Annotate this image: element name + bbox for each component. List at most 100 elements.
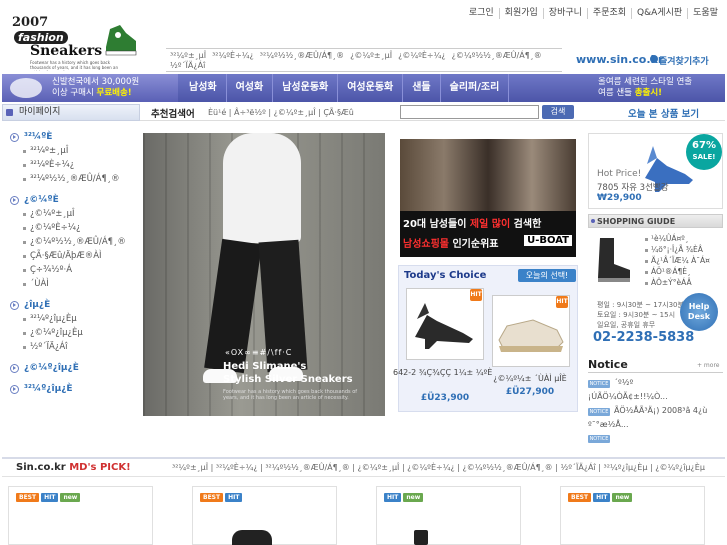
- nav-women-sneakers[interactable]: 여성운동화: [338, 74, 404, 102]
- guide-item[interactable]: ÁÖ¹®Á¶È¸: [645, 267, 691, 276]
- guide-item[interactable]: ¼ö°¡·Î¿Ã ¾ÈÂ: [645, 245, 703, 254]
- sidebar-cat-men[interactable]: ³²¼ºÈ: [10, 130, 138, 144]
- hero-title-2: Stylish Silver Sneakers: [223, 374, 353, 385]
- bullet-icon: [10, 132, 19, 142]
- add-favorite-link[interactable]: 즐겨찾기추가: [659, 54, 709, 67]
- product-name[interactable]: 642-2 ¾Ç¾ÇÇ 1¼± ¼ºÈ: [393, 368, 492, 377]
- topmenu-item[interactable]: ¿©¼º½½¸®ÆÛ/Á¶¸®: [452, 51, 542, 60]
- top-links: 로그인 회원가입 장바구니 주문조회 Q&A게시판 도움말: [464, 8, 723, 19]
- md-pick-tabs[interactable]: ³²¼º±¸µÎ | ³²¼ºÈ÷¼¿ | ³²¼º½½¸®ÆÛ/Á¶¸® | …: [172, 463, 705, 472]
- nav-slippers[interactable]: 슬리퍼/조리: [441, 74, 510, 102]
- md-pick-title: Sin.co.kr MD's PICK!: [16, 462, 131, 473]
- sidebar-sub[interactable]: ´ÙÀÌ: [10, 277, 138, 291]
- hot-price-product[interactable]: 7805 자유 3선빨강: [597, 181, 669, 193]
- help-desk-button[interactable]: Help Desk: [680, 293, 718, 331]
- sidebar-sub[interactable]: ¿©¼º¿îµ¿Èµ: [10, 326, 138, 340]
- hours-sunday: 일요일, 공휴일 휴무: [597, 321, 656, 329]
- sidebar-cat-women-sports[interactable]: ¿©¼º¿îµ¿È: [10, 361, 138, 375]
- search-input[interactable]: [400, 105, 539, 119]
- sidebar-sub[interactable]: Ç÷¾½º·Á: [10, 263, 138, 277]
- hero-title-1: Hedi Slimane's: [223, 361, 307, 372]
- bullet-icon: [10, 384, 19, 394]
- phone-number: 02-2238-5838: [593, 330, 695, 345]
- sidebar-sub[interactable]: ¿©¼º½½¸®ÆÛ/Á¶¸®: [10, 235, 138, 249]
- favorite-icon: [650, 55, 658, 63]
- hit-badge: HIT: [470, 289, 482, 301]
- models-photo: [400, 139, 576, 211]
- cart-link[interactable]: 장바구니: [544, 8, 588, 19]
- notice-title: Notice: [588, 358, 628, 371]
- search-button[interactable]: 검색: [542, 105, 574, 119]
- sidebar-sub[interactable]: ³²¼º±¸µÎ: [10, 144, 138, 158]
- notice-badge: NOTICE: [588, 380, 610, 388]
- notice-badge: NOTICE: [588, 408, 610, 416]
- product-name[interactable]: ¿©¼º¼± ´ÙÀÌ µÎÈ: [490, 374, 570, 383]
- sidebar-sub[interactable]: ¿©¼ºÈ÷¼¿: [10, 221, 138, 235]
- product-price: £Ü27,900: [505, 387, 555, 397]
- help-link[interactable]: 도움말: [688, 8, 723, 19]
- shoe-image: [232, 530, 272, 545]
- join-link[interactable]: 회원가입: [500, 8, 544, 19]
- notice-more-link[interactable]: + more: [697, 362, 719, 369]
- guide-item[interactable]: Ä¿¹Â´ÏÆ¼ À¯Á¤: [645, 256, 710, 265]
- todays-choice-title: Today's Choice: [404, 270, 487, 281]
- new-badge: new: [612, 493, 633, 502]
- topmenu-item[interactable]: ¿©¼º±¸µÎ: [350, 51, 392, 60]
- uboat-banner[interactable]: 20대 남성들이 제일 많이 검색한 남성쇼핑몰 인기순위표 U-BOAT: [400, 139, 576, 257]
- uboat-text: 인기순위표: [449, 239, 499, 250]
- sidebar-sub[interactable]: ³²¼º¿îµ¿Èµ: [10, 312, 138, 326]
- best-badge: BEST: [568, 493, 592, 502]
- guide-item[interactable]: ÀÔ±Ý°èÁÂ: [645, 278, 692, 287]
- shopping-guide-title: SHOPPING GIUDE: [597, 217, 676, 226]
- hit-badge: HIT: [41, 493, 59, 502]
- sidebar-sub[interactable]: ½º´ÏÄ¿Áî: [10, 340, 138, 354]
- promo-line2: 이상 구매시: [52, 88, 97, 98]
- topmenu-item[interactable]: ³²¼º½½¸®ÆÛ/Á¶¸®: [260, 51, 344, 60]
- sidebar-cat-men-sports[interactable]: ³²¼º¿îµ¿È: [10, 382, 138, 396]
- login-link[interactable]: 로그인: [464, 8, 500, 19]
- logo-year: 2007: [12, 15, 49, 30]
- topmenu-item[interactable]: ³²¼º±¸µÎ: [170, 51, 206, 60]
- hit-badge: HIT: [384, 493, 402, 502]
- sidebar-sub[interactable]: ³²¼ºÈ÷¼¿: [10, 158, 138, 172]
- bullet-icon: [591, 219, 595, 223]
- new-badge: new: [60, 493, 81, 502]
- notice-item[interactable]: º¯°æ½Å...: [588, 420, 628, 429]
- nav-sandals[interactable]: 샌들: [403, 74, 441, 102]
- bullet-icon: [10, 195, 19, 205]
- notice-item[interactable]: ¡ÚÃÖ¼ÒÃ¢±!!¼Ò...: [588, 392, 668, 401]
- notice-item[interactable]: ÃÖ½ÅÃ³Ä¡) 2008³â 4¿ù: [614, 406, 707, 415]
- recommended-keywords[interactable]: Èü¹é | Â÷³ë½º | ¿©¼º±¸µÎ | ÇÃ·§Æû: [208, 108, 354, 117]
- sidebar-cat-sports[interactable]: ¿îµ¿È: [10, 298, 138, 312]
- order-lookup-link[interactable]: 주문조회: [588, 8, 633, 19]
- sidebar-sub[interactable]: ³²¼º½½¸®ÆÛ/Á¶¸®: [10, 172, 138, 186]
- guide-item[interactable]: ¹è¼ÛÁ¤º¸: [645, 234, 689, 243]
- sale-percent: 67%: [692, 140, 716, 151]
- category-sidebar: ³²¼ºÈ ³²¼º±¸µÎ ³²¼ºÈ÷¼¿ ³²¼º½½¸®ÆÛ/Á¶¸® …: [10, 130, 138, 396]
- free-shipping-promo[interactable]: 신발천국에서 30,000원 이상 구매시 무료배송!: [2, 74, 178, 102]
- helpdesk-text: Desk: [687, 312, 711, 321]
- summer-sandal-promo[interactable]: 올여름 세련된 스타일 연출 여름 샌들 총출시!: [564, 74, 725, 102]
- hero-banner[interactable]: «OX∞≡#/\ff·C Hedi Slimane's Stylish Silv…: [143, 133, 385, 416]
- logo-tagline: Footwear has a history which goes back t…: [30, 60, 118, 71]
- topmenu-item[interactable]: ½º´ÏÄ¿Áî: [170, 61, 205, 70]
- sale-badge: 67% SALE!: [686, 134, 722, 170]
- sidebar-sub[interactable]: ÇÃ·§Æû/ÄþÆ®ÀÌ: [10, 249, 138, 263]
- sidebar-cat-women[interactable]: ¿©¼ºÈ: [10, 193, 138, 207]
- md-pick-site: Sin.co.kr: [16, 462, 70, 473]
- mypage-button[interactable]: 마이페이지: [2, 104, 140, 121]
- nav-women-shoes[interactable]: 여성화: [227, 74, 274, 102]
- model-figure: [223, 133, 301, 243]
- qna-link[interactable]: Q&A게시판: [632, 8, 689, 19]
- topmenu-item[interactable]: ¿©¼ºÈ÷¼¿: [398, 51, 446, 60]
- site-logo[interactable]: 2007 fashion Sneakers Footwear has a his…: [4, 13, 140, 71]
- recently-viewed-link[interactable]: 오늘 본 상품 보기: [628, 106, 699, 120]
- hours-weekday: 평일 : 9시30분 ~ 17시30분: [597, 301, 684, 309]
- notice-item[interactable]: ´º½º: [614, 378, 633, 387]
- nav-men-sneakers[interactable]: 남성운동화: [273, 74, 339, 102]
- todays-choice-button[interactable]: 오늘의 선택!: [518, 269, 576, 282]
- topmenu-item[interactable]: ³²¼ºÈ÷¼¿: [212, 51, 254, 60]
- sidebar-sub[interactable]: ¿©¼º±¸µÎ: [10, 207, 138, 221]
- hero-brand: «OX∞≡#/\ff·C: [225, 348, 293, 357]
- nav-men-shoes[interactable]: 남성화: [180, 74, 227, 102]
